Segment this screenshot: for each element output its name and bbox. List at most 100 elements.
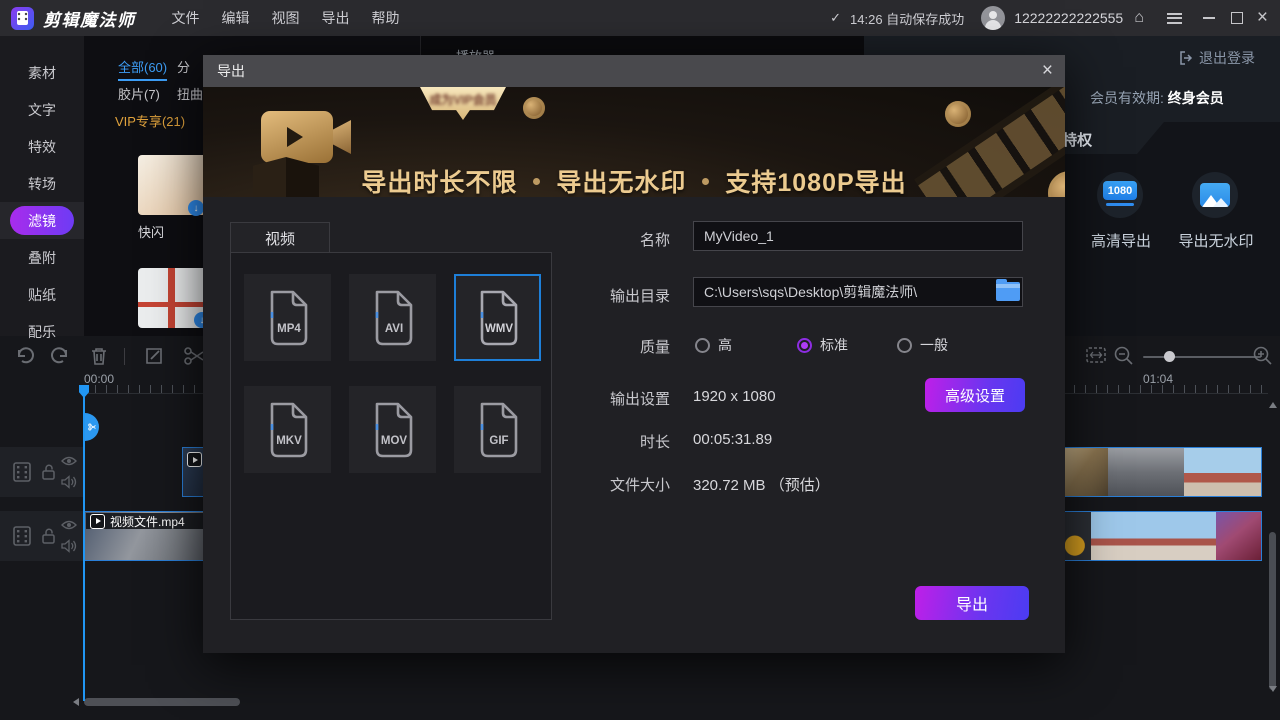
bullet-dot — [702, 178, 709, 185]
playhead-marker[interactable] — [79, 385, 89, 398]
zoom-in-icon[interactable] — [1252, 345, 1274, 367]
track-type-video-icon — [10, 524, 34, 548]
menu-view[interactable]: 视图 — [272, 8, 300, 28]
maximize-button[interactable] — [1231, 12, 1243, 24]
mute-speaker-icon[interactable] — [61, 539, 77, 553]
output-settings-label: 输出设置 — [590, 388, 670, 409]
cut-at-playhead-button[interactable] — [85, 413, 99, 441]
menu-bar: 文件 编辑 视图 导出 帮助 — [172, 8, 400, 28]
svg-text:MOV: MOV — [380, 435, 407, 447]
sidebar-item-transitions[interactable]: 转场 — [0, 165, 84, 202]
app-window: 剪辑魔法师 文件 编辑 视图 导出 帮助 ✓ 14:26 自动保存成功 1222… — [0, 0, 1280, 720]
quality-label: 质量 — [590, 336, 670, 357]
left-sidebar: 素材 文字 特效 转场 滤镜 叠附 贴纸 配乐 — [0, 36, 84, 336]
sidebar-item-filters[interactable]: 滤镜 — [0, 202, 84, 239]
bullet-dot — [533, 178, 540, 185]
app-logo-icon — [11, 7, 34, 30]
hamburger-menu-icon[interactable] — [1167, 13, 1182, 24]
zoom-out-icon[interactable] — [1113, 345, 1135, 367]
visibility-eye-icon[interactable] — [61, 455, 77, 467]
format-option-mp4[interactable]: MP4 — [244, 274, 331, 361]
name-input[interactable] — [693, 221, 1023, 251]
format-option-mov[interactable]: MOV — [349, 386, 436, 473]
svg-text:MKV: MKV — [276, 435, 302, 447]
quality-radio-standard[interactable]: 标准 — [797, 335, 848, 355]
track-2-header — [0, 511, 84, 561]
coin-decoration — [523, 97, 545, 119]
close-window-button[interactable]: × — [1257, 13, 1268, 23]
lock-icon[interactable] — [40, 527, 58, 545]
autosave-status: 14:26 自动保存成功 — [850, 9, 964, 28]
format-panel: MP4 AVI WMV MKV MOV GIF — [230, 252, 552, 620]
sidebar-item-text[interactable]: 文字 — [0, 91, 84, 128]
hd-export-icon: 1080 — [1097, 172, 1143, 218]
sidebar-item-stickers[interactable]: 贴纸 — [0, 276, 84, 313]
media-tab-category[interactable]: 分 — [177, 57, 190, 76]
home-icon[interactable]: ⌂ — [1134, 9, 1144, 27]
scroll-down-arrow[interactable] — [1269, 686, 1277, 692]
mute-speaker-icon[interactable] — [61, 475, 77, 489]
format-option-mkv[interactable]: MKV — [244, 386, 331, 473]
format-tab-video[interactable]: 视频 — [230, 222, 330, 253]
timeline-zoom-slider-thumb[interactable] — [1164, 351, 1175, 362]
vertical-scrollbar-thumb[interactable] — [1269, 532, 1276, 690]
undo-icon[interactable] — [14, 345, 36, 367]
svg-text:MP4: MP4 — [277, 323, 301, 335]
output-dir-input[interactable] — [693, 277, 1023, 307]
menu-export[interactable]: 导出 — [322, 8, 350, 28]
media-tab-film[interactable]: 胶片(7) — [118, 84, 160, 103]
avatar[interactable] — [981, 6, 1005, 30]
membership-status: 会员有效期: 终身会员 — [1090, 88, 1224, 108]
scroll-up-arrow[interactable] — [1269, 402, 1277, 408]
output-dir-label: 输出目录 — [590, 285, 670, 306]
resolution-value: 1920 x 1080 — [693, 388, 776, 405]
sidebar-item-material[interactable]: 素材 — [0, 54, 84, 91]
media-tab-all[interactable]: 全部(60) — [118, 57, 167, 81]
horizontal-scrollbar-thumb[interactable] — [84, 698, 240, 706]
no-watermark-icon — [1192, 172, 1238, 218]
logout-button[interactable]: 退出登录 — [1179, 48, 1255, 68]
media-tab-distort[interactable]: 扭曲 — [177, 84, 203, 103]
browse-folder-icon[interactable] — [996, 282, 1020, 301]
dialog-close-button[interactable]: × — [1042, 60, 1053, 82]
minimize-button[interactable] — [1203, 17, 1215, 19]
format-option-gif[interactable]: GIF — [454, 386, 541, 473]
banner-slogan: 导出时长不限 — [361, 163, 517, 197]
sidebar-item-overlays[interactable]: 叠附 — [0, 239, 84, 276]
quality-radio-high[interactable]: 高 — [695, 335, 732, 355]
coin-decoration — [945, 101, 971, 127]
format-option-avi[interactable]: AVI — [349, 274, 436, 361]
account-id: 12222222222555 — [1014, 10, 1123, 26]
clip-play-icon — [90, 514, 105, 529]
timeline-zoom-slider[interactable] — [1143, 356, 1261, 358]
menu-edit[interactable]: 编辑 — [222, 8, 250, 28]
menu-help[interactable]: 帮助 — [372, 8, 400, 28]
vip-ribbon-badge: 成为VIP会员 — [420, 87, 506, 120]
file-size-value: 320.72 MB （预估） — [693, 474, 830, 495]
duration-value: 00:05:31.89 — [693, 431, 772, 448]
edit-icon[interactable] — [143, 345, 165, 367]
media-tab-vip[interactable]: VIP专享(21) — [115, 111, 185, 130]
logout-icon — [1179, 51, 1193, 65]
download-icon[interactable]: ↓ — [188, 200, 204, 216]
advanced-settings-button[interactable]: 高级设置 — [925, 378, 1025, 412]
ruler-time-mid: 01:04 — [1143, 372, 1173, 386]
clip-label-bar: 视频文件.mp4 — [86, 513, 205, 529]
svg-text:AVI: AVI — [384, 323, 402, 335]
vip-banner: 成为VIP会员 导出时长不限 导出无水印 支持1080P导出 — [203, 87, 1065, 197]
trash-icon[interactable] — [89, 345, 109, 367]
menu-file[interactable]: 文件 — [172, 8, 200, 28]
toolbar-divider — [124, 348, 125, 365]
fit-timeline-icon[interactable] — [1085, 345, 1107, 365]
lock-icon[interactable] — [40, 463, 58, 481]
dialog-header[interactable]: 导出 × — [203, 55, 1065, 87]
scroll-left-arrow[interactable] — [73, 698, 79, 706]
visibility-eye-icon[interactable] — [61, 519, 77, 531]
export-button[interactable]: 导出 — [915, 586, 1029, 620]
filter-item-label: 快闪 — [138, 222, 164, 241]
sidebar-item-effects[interactable]: 特效 — [0, 128, 84, 165]
redo-icon[interactable] — [49, 345, 71, 367]
file-size-label: 文件大小 — [590, 474, 670, 495]
format-option-wmv[interactable]: WMV — [454, 274, 541, 361]
quality-radio-normal[interactable]: 一般 — [897, 335, 948, 355]
